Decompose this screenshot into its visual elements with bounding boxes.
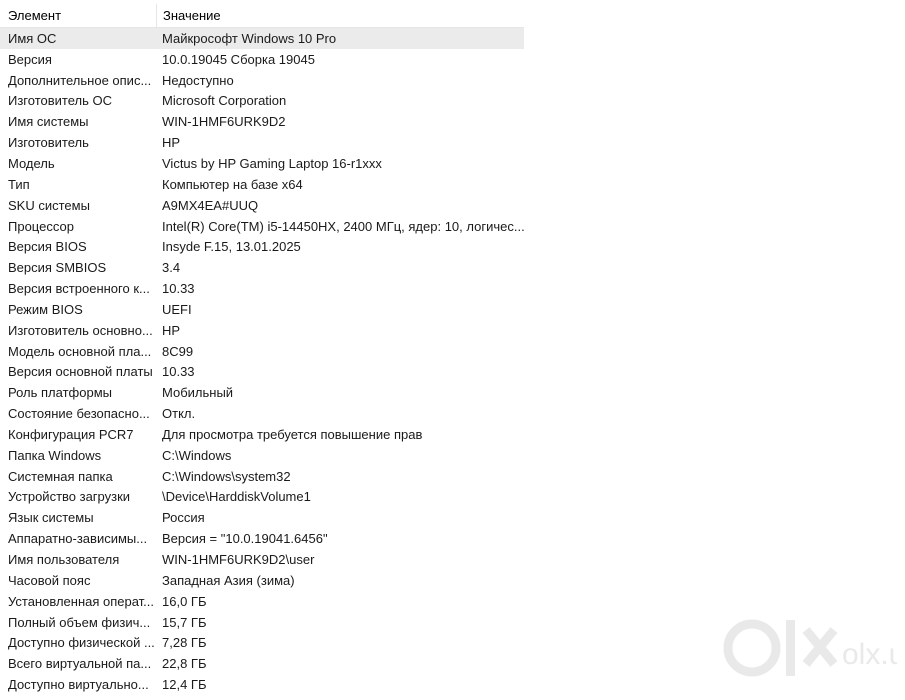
row-value: 10.33 (162, 281, 195, 297)
table-row[interactable]: Версия BIOS Insyde F.15, 13.01.2025 (0, 236, 905, 257)
watermark-text: olx.uz (842, 638, 897, 671)
table-row[interactable]: Процессор Intel(R) Core(TM) i5-14450HX, 2… (0, 216, 905, 237)
table-row[interactable]: Установленная операт... 16,0 ГБ (0, 591, 905, 612)
row-value: Microsoft Corporation (162, 93, 287, 109)
table-row[interactable]: Аппаратно-зависимы... Версия = "10.0.1904… (0, 528, 905, 549)
row-value: Insyde F.15, 13.01.2025 (162, 239, 301, 255)
olx-logo-icon: olx.uz (723, 619, 897, 677)
table-row[interactable]: Версия встроенного к... 10.33 (0, 278, 905, 299)
row-value: HP (162, 135, 181, 151)
row-value: 10.33 (162, 364, 195, 380)
table-row[interactable]: Изготовитель основно... HP (0, 320, 905, 341)
row-value: UEFI (162, 301, 192, 317)
row-element-name: Аппаратно-зависимы... (8, 531, 148, 547)
table-row[interactable]: SKU системы A9MX4EA#UUQ (0, 195, 905, 216)
row-element-name: Состояние безопасно... (8, 406, 150, 422)
row-element-name: Имя пользователя (8, 552, 120, 568)
row-element-name: Установленная операт... (8, 593, 155, 609)
row-element-name: Язык системы (8, 510, 94, 526)
row-element-name: Дополнительное опис... (8, 72, 152, 88)
row-value: Майкрософт Windows 10 Pro (162, 30, 337, 46)
row-element-name: Тип (8, 176, 30, 192)
column-header-value[interactable]: Значение (157, 4, 524, 27)
system-summary-list[interactable]: Элемент Значение Имя ОС Майкрософт Window… (0, 0, 905, 700)
table-row[interactable]: Роль платформы Мобильный (0, 382, 905, 403)
table-row[interactable]: Версия основной платы 10.33 (0, 362, 905, 383)
row-element-name: Конфигурация PCR7 (8, 426, 134, 442)
row-value: 10.0.19045 Сборка 19045 (162, 51, 315, 67)
row-element-name: Изготовитель основно... (8, 322, 153, 338)
list-rows: Имя ОС Майкрософт Windows 10 Pro Версия 10.… (0, 28, 905, 695)
row-element-name: Версия SMBIOS (8, 260, 107, 276)
row-element-name: Изготовитель (8, 135, 89, 151)
row-element-name: Режим BIOS (8, 301, 83, 317)
row-value: Недоступно (162, 72, 234, 88)
row-value: Западная Азия (зима) (162, 572, 295, 588)
table-row[interactable]: Имя пользователя WIN-1HMF6URK9D2\user (0, 549, 905, 570)
row-element-name: Версия (8, 51, 52, 67)
table-row[interactable]: Часовой пояс Западная Азия (зима) (0, 570, 905, 591)
column-header-element[interactable]: Элемент (0, 4, 157, 27)
row-value: Россия (162, 510, 205, 526)
row-element-name: Версия основной платы (8, 364, 153, 380)
table-row[interactable]: Версия 10.0.19045 Сборка 19045 (0, 49, 905, 70)
table-row[interactable]: Имя ОС Майкрософт Windows 10 Pro (0, 28, 905, 49)
row-element-name: Модель (8, 155, 55, 171)
row-element-name: Имя ОС (8, 30, 57, 46)
row-element-name: SKU системы (8, 197, 90, 213)
row-element-name: Всего виртуальной па... (8, 656, 152, 672)
row-element-name: Доступно виртуально... (8, 677, 149, 693)
row-value: Для просмотра требуется повышение прав (162, 426, 423, 442)
table-row[interactable]: Имя системы WIN-1HMF6URK9D2 (0, 111, 905, 132)
row-value: \Device\HarddiskVolume1 (162, 489, 311, 505)
table-row[interactable]: Изготовитель ОС Microsoft Corporation (0, 91, 905, 112)
row-element-name: Версия BIOS (8, 239, 87, 255)
table-row[interactable]: Тип Компьютер на базе x64 (0, 174, 905, 195)
list-header: Элемент Значение (0, 4, 524, 28)
row-element-name: Модель основной пла... (8, 343, 152, 359)
row-element-name: Доступно физической ... (8, 635, 155, 651)
row-element-name: Изготовитель ОС (8, 93, 112, 109)
row-element-name: Устройство загрузки (8, 489, 131, 505)
row-element-name: Роль платформы (8, 385, 112, 401)
row-value: A9MX4EA#UUQ (162, 197, 259, 213)
row-value: 16,0 ГБ (162, 593, 207, 609)
row-element-name: Полный объем физич... (8, 614, 151, 630)
table-row[interactable]: Режим BIOS UEFI (0, 299, 905, 320)
row-value: Victus by HP Gaming Laptop 16-r1xxx (162, 155, 382, 171)
row-value: HP (162, 322, 181, 338)
table-row[interactable]: Конфигурация PCR7 Для просмотра требуется… (0, 424, 905, 445)
row-element-name: Имя системы (8, 114, 89, 130)
table-row[interactable]: Устройство загрузки \Device\HarddiskVolum… (0, 487, 905, 508)
row-value: 8C99 (162, 343, 194, 359)
row-value: 3.4 (162, 260, 181, 276)
table-row[interactable]: Дополнительное опис... Недоступно (0, 70, 905, 91)
table-row[interactable]: Версия SMBIOS 3.4 (0, 257, 905, 278)
row-value: WIN-1HMF6URK9D2\user (162, 552, 315, 568)
table-row[interactable]: Модель основной пла... 8C99 (0, 341, 905, 362)
table-row[interactable]: Модель Victus by HP Gaming Laptop 16-r1xx… (0, 153, 905, 174)
row-value: Мобильный (162, 385, 234, 401)
row-element-name: Процессор (8, 218, 74, 234)
table-row[interactable]: Язык системы Россия (0, 507, 905, 528)
table-row[interactable]: Системная папка C:\Windows\system32 (0, 466, 905, 487)
row-element-name: Версия встроенного к... (8, 281, 150, 297)
row-element-name: Часовой пояс (8, 572, 91, 588)
table-row[interactable]: Папка Windows C:\Windows (0, 445, 905, 466)
row-value: C:\Windows (162, 447, 232, 463)
row-element-name: Папка Windows (8, 447, 102, 463)
row-value: Версия = "10.0.19041.6456" (162, 531, 328, 547)
row-value: Откл. (162, 406, 196, 422)
row-value: C:\Windows\system32 (162, 468, 291, 484)
row-value: WIN-1HMF6URK9D2 (162, 114, 286, 130)
row-element-name: Системная папка (8, 468, 113, 484)
row-value: Intel(R) Core(TM) i5-14450HX, 2400 МГц, … (162, 218, 525, 234)
table-row[interactable]: Изготовитель HP (0, 132, 905, 153)
table-row[interactable]: Состояние безопасно... Откл. (0, 403, 905, 424)
row-value: Компьютер на базе x64 (162, 176, 303, 192)
